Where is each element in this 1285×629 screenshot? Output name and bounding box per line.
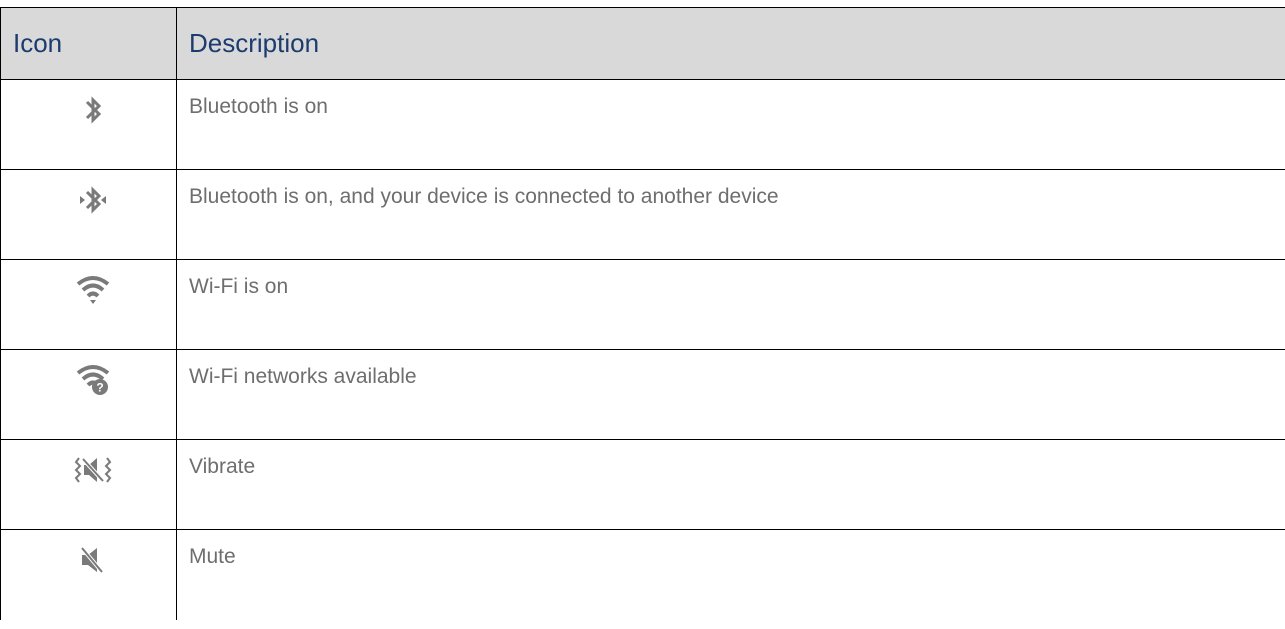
description-cell: Vibrate [177,440,1285,529]
table-row: Vibrate [0,440,1285,530]
table-row: Wi-Fi is on [0,260,1285,350]
bluetooth-icon [73,92,113,128]
description-cell: Wi-Fi is on [177,260,1285,349]
icon-cell [0,530,177,620]
description-text: Vibrate [189,455,256,478]
description-text: Wi-Fi is on [189,275,289,298]
description-cell: Mute [177,530,1285,620]
table-header-row: Icon Description [0,7,1285,80]
header-description-label: Description [189,28,320,58]
description-text: Wi-Fi networks available [189,365,417,388]
icon-cell [0,170,177,259]
table-row: Bluetooth is on, and your device is conn… [0,170,1285,260]
svg-text:?: ? [96,381,103,395]
wifi-networks-available-icon: ? [73,362,113,398]
description-cell: Wi-Fi networks available [177,350,1285,439]
icon-cell [0,440,177,529]
icon-cell [0,80,177,169]
table-row: Bluetooth is on [0,80,1285,170]
vibrate-icon [73,452,113,488]
status-icons-table: Icon Description Bluetooth is on Bluetoo… [0,7,1285,620]
description-text: Bluetooth is on [189,95,328,118]
header-icon-label: Icon [13,28,63,58]
description-cell: Bluetooth is on, and your device is conn… [177,170,1285,259]
mute-icon [73,542,113,578]
header-cell-icon: Icon [0,8,177,79]
icon-cell [0,260,177,349]
table-row: ? Wi-Fi networks available [0,350,1285,440]
icon-cell: ? [0,350,177,439]
wifi-icon [73,272,113,308]
bluetooth-connected-icon [73,182,113,218]
description-cell: Bluetooth is on [177,80,1285,169]
table-row: Mute [0,530,1285,620]
header-cell-description: Description [177,8,1285,79]
description-text: Mute [189,545,236,568]
description-text: Bluetooth is on, and your device is conn… [189,185,779,208]
